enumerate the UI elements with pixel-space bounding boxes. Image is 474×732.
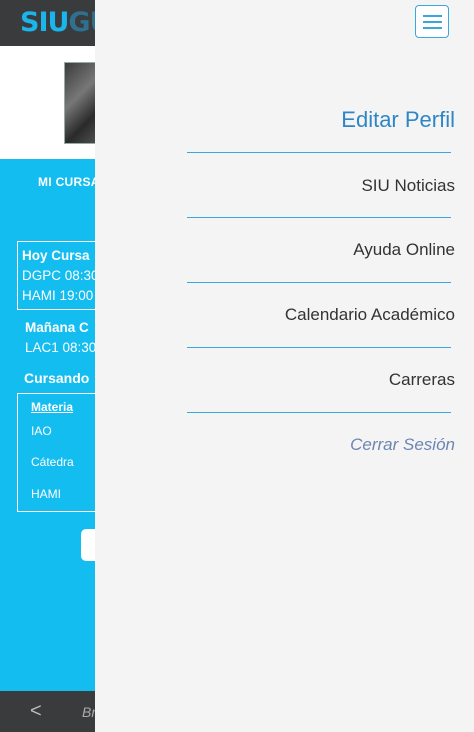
tomorrow-title: Mañana C: [25, 320, 89, 335]
menu-item-edit-profile[interactable]: Editar Perfil: [341, 107, 455, 133]
menu-divider: [187, 217, 451, 218]
back-label: Br: [82, 704, 96, 720]
table-header: Materia: [31, 400, 74, 414]
menu-divider: [187, 412, 451, 413]
table-row[interactable]: IAO: [31, 424, 52, 438]
today-title: Hoy Cursa: [22, 248, 90, 263]
menu-divider: [187, 152, 451, 153]
menu-toggle-button[interactable]: [415, 5, 449, 38]
menu-item-carreras[interactable]: Carreras: [389, 370, 455, 390]
back-arrow-icon[interactable]: <: [30, 700, 42, 723]
cursando-title: Cursando: [24, 370, 90, 386]
menu-item-logout[interactable]: Cerrar Sesión: [350, 435, 455, 455]
hamburger-icon: [423, 15, 442, 17]
table-row[interactable]: Cátedra: [31, 455, 74, 469]
tomorrow-item: LAC1 08:30: [25, 340, 97, 355]
menu-item-calendario[interactable]: Calendario Académico: [285, 305, 455, 325]
section-label: MI CURSA: [38, 175, 100, 189]
today-item: DGPC 08:30: [22, 268, 99, 283]
hamburger-icon: [423, 27, 442, 29]
menu-divider: [187, 347, 451, 348]
hamburger-icon: [423, 21, 442, 23]
logo-part-1: SIU: [20, 7, 69, 38]
menu-divider: [187, 282, 451, 283]
menu-item-ayuda[interactable]: Ayuda Online: [353, 240, 455, 260]
menu-item-noticias[interactable]: SIU Noticias: [361, 176, 455, 196]
table-row[interactable]: HAMI: [31, 487, 61, 501]
today-item: HAMI 19:00: [22, 288, 94, 303]
